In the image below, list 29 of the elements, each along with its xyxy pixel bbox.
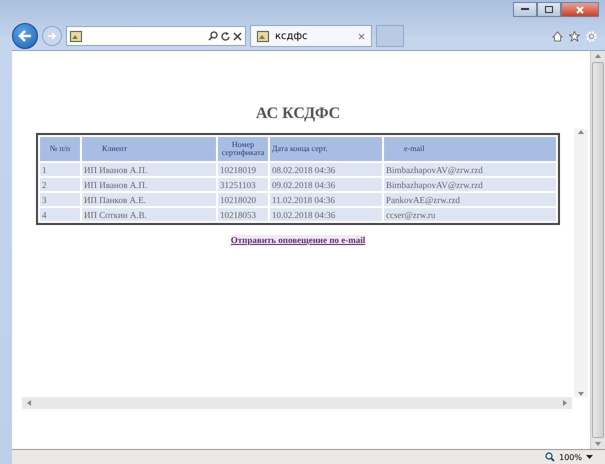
table-cell: 08.02.2018 04:36 <box>270 163 382 176</box>
send-email-link[interactable]: Отправить оповещение по e-mail <box>230 235 366 245</box>
table-cell: ИП Соткин А.В. <box>82 208 216 221</box>
table-cell: 4 <box>40 208 80 221</box>
page-title: АС КСДФС <box>256 105 340 123</box>
table-cell: ИП Панков А.Е. <box>82 193 216 206</box>
table-cell: 11.02.2018 04:36 <box>270 193 382 206</box>
table-cell: 3 <box>40 193 80 206</box>
table-cell: ccser@zrw.ru <box>384 208 556 221</box>
column-header: Дата конца серт. <box>270 137 382 161</box>
table-cell: ИП Иванов А.П. <box>82 178 216 191</box>
column-header: Клиент <box>82 137 216 161</box>
table-cell: 1 <box>40 163 80 176</box>
table-cell: BimbazhapovAV@zrw.rzd <box>384 178 556 191</box>
table-cell: 10218020 <box>218 193 268 206</box>
table-cell: ИП Иванов А.П. <box>82 163 216 176</box>
zoom-level[interactable]: 100% <box>559 452 582 462</box>
table-cell: 09.02.2018 04:36 <box>270 178 382 191</box>
column-header: Номер сертификата <box>218 137 268 161</box>
table-cell: PankovAE@zrw.rzd <box>384 193 556 206</box>
table-cell: 31251103 <box>218 178 268 191</box>
column-header: № п/п <box>40 137 80 161</box>
table-cell: BimbazhapovAV@zrw.rzd <box>384 163 556 176</box>
table-cell: 10218053 <box>218 208 268 221</box>
table-cell: 10218019 <box>218 163 268 176</box>
browser-tab[interactable]: ксдфс <box>250 25 372 47</box>
table-cell: 2 <box>40 178 80 191</box>
column-header: e-mail <box>384 137 556 161</box>
table-cell: 10.02.2018 04:36 <box>270 208 382 221</box>
